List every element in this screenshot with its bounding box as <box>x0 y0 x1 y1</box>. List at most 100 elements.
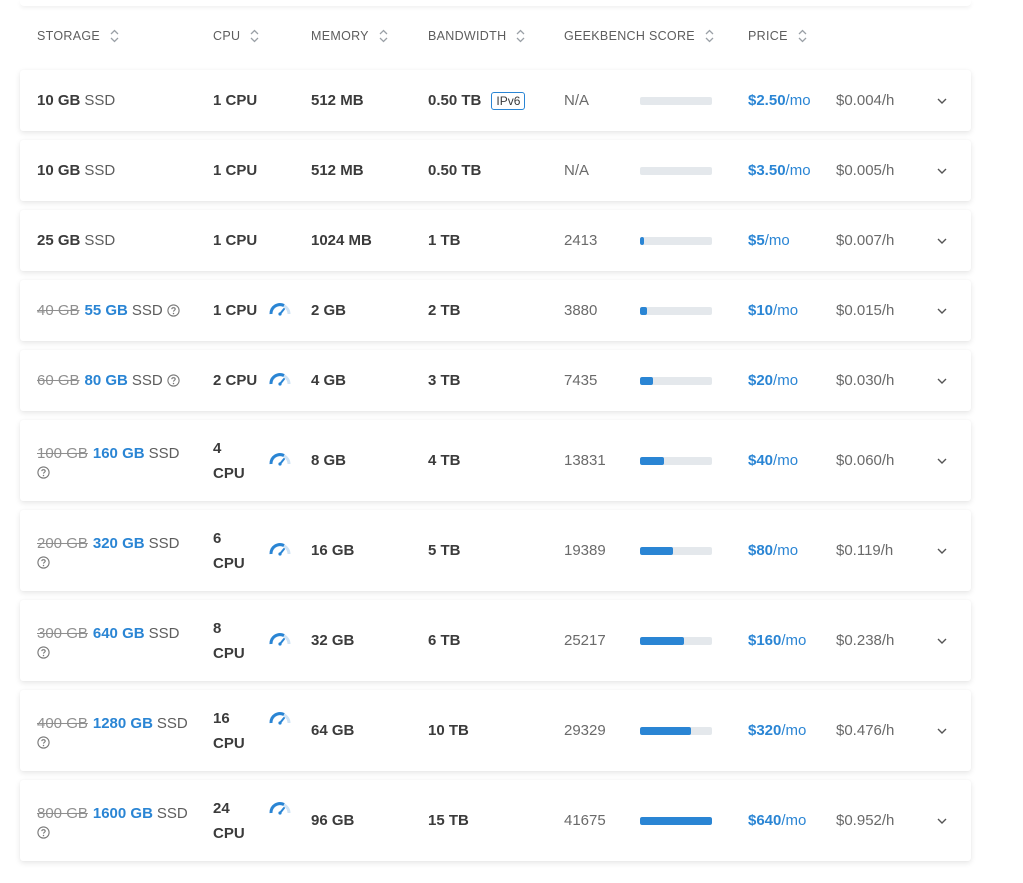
chevron-down-icon[interactable] <box>932 780 952 861</box>
storage-size: 80 GB <box>84 371 128 389</box>
speedometer-icon <box>268 449 292 473</box>
geekbench-bar-cell <box>640 420 712 501</box>
column-header-price[interactable]: PRICE <box>748 29 807 43</box>
column-header-label: STORAGE <box>37 29 100 43</box>
price-unit: /mo <box>781 722 807 739</box>
cpu-unit: CPU <box>213 554 245 572</box>
storage-cell: 60 GB 80 GB SSD <box>37 350 202 411</box>
price-unit: /mo <box>773 542 799 559</box>
plan-row[interactable]: 300 GB 640 GB SSD 8 CPU 32 GB 6 TB 25217 $160/mo… <box>20 600 971 681</box>
memory-cell: 64 GB <box>311 722 355 739</box>
storage-cell: 400 GB 1280 GB SSD <box>37 690 202 771</box>
geekbench-bar-fill <box>640 816 712 825</box>
plan-row[interactable]: 25 GB SSD 1 CPU 1024 MB 1 TB 2413 $5/mo $0.007/… <box>20 210 971 271</box>
price-unit: /mo <box>781 812 807 829</box>
column-header-bandwidth[interactable]: BANDWIDTH <box>428 29 525 43</box>
cpu-count: 1 CPU <box>213 228 257 253</box>
geekbench-bar <box>640 546 712 555</box>
cpu-cell: 24 CPU <box>213 780 268 861</box>
storage-size: 640 GB <box>92 625 145 642</box>
bandwidth-cell: 0.50 TB <box>428 140 558 201</box>
storage-old-size: 400 GB <box>37 715 88 732</box>
plan-row[interactable]: 100 GB 160 GB SSD 4 CPU 8 GB 4 TB 13831 $40/mo $0… <box>20 420 971 501</box>
storage-type: SSD <box>84 161 116 179</box>
geekbench-bar-cell <box>640 690 712 771</box>
plan-row[interactable]: 60 GB 80 GB SSD 2 CPU 4 GB 3 TB 7435 $20/mo $0.0… <box>20 350 971 411</box>
bandwidth-value: 6 TB <box>428 632 461 649</box>
price-amount: $2.50 <box>748 92 786 109</box>
chevron-down-icon[interactable] <box>932 140 952 201</box>
chevron-down-icon[interactable] <box>932 70 952 131</box>
help-icon[interactable] <box>37 646 202 659</box>
chevron-down-icon[interactable] <box>932 600 952 681</box>
plan-row[interactable]: 200 GB 320 GB SSD 6 CPU 16 GB 5 TB 19389 $80/mo $… <box>20 510 971 591</box>
boost-indicator <box>265 690 295 771</box>
cpu-cell: 1 CPU <box>213 70 268 131</box>
cpu-count: 24 CPU <box>213 796 245 846</box>
help-icon[interactable] <box>37 556 202 569</box>
storage-cell: 200 GB 320 GB SSD <box>37 510 202 591</box>
plan-row[interactable]: 10 GB SSD 1 CPU 512 MB 0.50 TB N/A $3.50/mo $0.… <box>20 140 971 201</box>
memory-cell: 96 GB <box>311 812 355 829</box>
bandwidth-value: 1 TB <box>428 232 461 249</box>
hourly-price: $0.119/h <box>836 542 894 559</box>
cpu-unit: CPU <box>225 162 258 179</box>
memory-cell: 512 MB <box>311 162 364 179</box>
monthly-price: $2.50/mo <box>748 70 836 131</box>
price-amount: $80 <box>748 542 774 559</box>
column-header-label: GEEKBENCH SCORE <box>564 29 695 43</box>
help-icon[interactable] <box>37 736 202 749</box>
sort-icon <box>110 29 119 43</box>
help-icon[interactable] <box>167 374 180 387</box>
storage-old-size: 200 GB <box>37 535 88 552</box>
chevron-down-icon[interactable] <box>932 420 952 501</box>
chevron-down-icon[interactable] <box>932 280 952 341</box>
column-header-memory[interactable]: MEMORY <box>311 29 388 43</box>
sort-icon <box>250 29 259 43</box>
plan-row[interactable]: 40 GB 55 GB SSD 1 CPU 2 GB 2 TB 3880 $10/mo $0.0… <box>20 280 971 341</box>
chevron-down-icon[interactable] <box>932 350 952 411</box>
geekbench-bar <box>640 816 712 825</box>
price-amount: $20 <box>748 372 774 389</box>
cpu-count: 4 CPU <box>213 436 245 486</box>
geekbench-score: 41675 <box>564 812 606 829</box>
storage-type: SSD <box>84 231 116 249</box>
monthly-price: $40/mo <box>748 420 836 501</box>
storage-cell: 800 GB 1600 GB SSD <box>37 780 202 861</box>
plan-row[interactable]: 10 GB SSD 1 CPU 512 MB 0.50 TB IPv6 N/A $2.50/m… <box>20 70 971 131</box>
speedometer-icon <box>268 798 292 822</box>
geekbench-bar-cell <box>640 140 712 201</box>
price-amount: $640 <box>748 812 782 829</box>
plan-row[interactable]: 400 GB 1280 GB SSD 16 CPU 64 GB 10 TB 29329 $320… <box>20 690 971 771</box>
cpu-count: 1 CPU <box>213 158 257 183</box>
help-icon[interactable] <box>37 826 202 839</box>
bandwidth-cell: 1 TB <box>428 210 558 271</box>
price-amount: $5 <box>748 232 765 249</box>
storage-size: 10 GB <box>37 91 81 109</box>
help-icon[interactable] <box>167 304 180 317</box>
geekbench-bar-cell <box>640 780 712 861</box>
cpu-cell: 1 CPU <box>213 210 268 271</box>
column-header-geekbench[interactable]: GEEKBENCH SCORE <box>564 29 714 43</box>
bandwidth-cell: 6 TB <box>428 600 558 681</box>
storage-cell: 100 GB 160 GB SSD <box>37 420 202 501</box>
plan-row[interactable]: 800 GB 1600 GB SSD 24 CPU 96 GB 15 TB 41675 $640… <box>20 780 971 861</box>
help-icon[interactable] <box>37 466 202 479</box>
cpu-count: 2 CPU <box>213 368 257 393</box>
monthly-price: $5/mo <box>748 210 836 271</box>
speedometer-icon <box>268 299 292 323</box>
chevron-down-icon[interactable] <box>932 510 952 591</box>
storage-old-size: 60 GB <box>37 371 80 389</box>
column-header-storage[interactable]: STORAGE <box>37 29 119 43</box>
column-header-cpu[interactable]: CPU <box>213 29 259 43</box>
memory-cell: 1024 MB <box>311 232 372 249</box>
cpu-count: 6 CPU <box>213 526 245 576</box>
chevron-down-icon[interactable] <box>932 210 952 271</box>
bandwidth-cell: 4 TB <box>428 420 558 501</box>
boost-indicator <box>265 780 295 861</box>
speedometer-icon <box>268 708 292 732</box>
sort-icon <box>798 29 807 43</box>
chevron-down-icon[interactable] <box>932 690 952 771</box>
memory-cell: 8 GB <box>311 452 347 469</box>
storage-cell: 40 GB 55 GB SSD <box>37 280 202 341</box>
